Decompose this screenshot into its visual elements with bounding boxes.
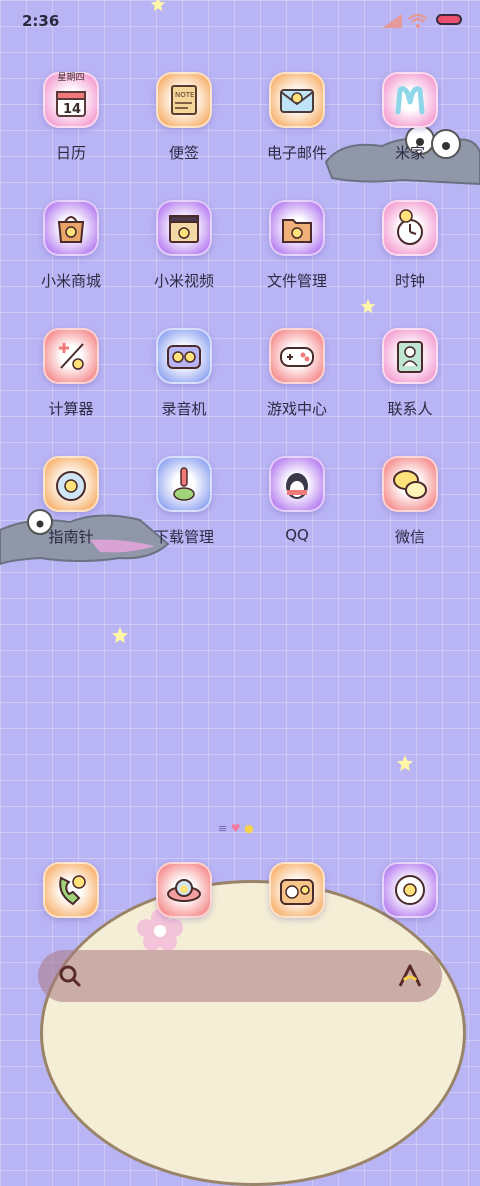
app-label: 下载管理 bbox=[153, 528, 214, 546]
contacts-icon bbox=[382, 328, 438, 384]
calculator-icon bbox=[43, 328, 99, 384]
menu-lines-icon: ≡ bbox=[218, 822, 228, 835]
calendar-icon: 14 星期四 bbox=[43, 72, 99, 128]
app-label: 文件管理 bbox=[266, 272, 327, 290]
status-bar: 2:36 bbox=[0, 0, 480, 42]
notes-icon: NOTE bbox=[156, 72, 212, 128]
app-label: 小米视频 bbox=[153, 272, 214, 290]
app-wechat[interactable]: 微信 bbox=[353, 446, 467, 547]
page-indicator[interactable]: ≡ ♥ ● bbox=[218, 822, 254, 835]
app-label: 联系人 bbox=[387, 400, 433, 418]
app-clock[interactable]: 时钟 bbox=[353, 190, 467, 291]
qq-icon bbox=[269, 456, 325, 512]
calendar-weekday: 星期四 bbox=[57, 73, 85, 83]
app-qq[interactable]: QQ bbox=[240, 446, 354, 544]
download-manager-icon bbox=[156, 456, 212, 512]
app-notes[interactable]: NOTE 便签 bbox=[127, 62, 241, 163]
app-label: QQ bbox=[285, 526, 309, 544]
dock-phone[interactable] bbox=[14, 852, 128, 918]
clock-icon bbox=[382, 200, 438, 256]
app-calendar[interactable]: 14 星期四 日历 bbox=[14, 62, 128, 163]
star-icon bbox=[150, 0, 166, 12]
app-game-center[interactable]: 游戏中心 bbox=[240, 318, 354, 419]
messages-icon bbox=[156, 862, 212, 918]
mijia-icon bbox=[382, 72, 438, 128]
app-label: 小米商城 bbox=[40, 272, 101, 290]
wechat-icon bbox=[382, 456, 438, 512]
battery-icon bbox=[436, 14, 462, 25]
app-label: 微信 bbox=[394, 528, 425, 546]
phone-icon bbox=[43, 862, 99, 918]
app-calculator[interactable]: 计算器 bbox=[14, 318, 128, 419]
app-label: 电子邮件 bbox=[266, 144, 327, 162]
dock-messages[interactable] bbox=[127, 852, 241, 918]
dock-camera[interactable] bbox=[240, 852, 354, 918]
browser-icon bbox=[382, 862, 438, 918]
app-mi-video[interactable]: 小米视频 bbox=[127, 190, 241, 291]
signal-icon bbox=[382, 14, 402, 28]
search-bar[interactable] bbox=[38, 950, 442, 1002]
assistant-icon[interactable] bbox=[396, 962, 424, 990]
app-compass[interactable]: 指南针 bbox=[14, 446, 128, 547]
app-label: 日历 bbox=[55, 144, 86, 162]
mi-video-icon bbox=[156, 200, 212, 256]
chick-illustration bbox=[40, 880, 466, 1186]
star-icon bbox=[360, 298, 376, 314]
app-email[interactable]: 电子邮件 bbox=[240, 62, 354, 163]
app-label: 计算器 bbox=[48, 400, 94, 418]
email-icon bbox=[269, 72, 325, 128]
app-mi-store[interactable]: 小米商城 bbox=[14, 190, 128, 291]
app-label: 游戏中心 bbox=[266, 400, 327, 418]
star-icon bbox=[111, 626, 129, 644]
app-contacts[interactable]: 联系人 bbox=[353, 318, 467, 419]
status-time: 2:36 bbox=[22, 12, 60, 30]
app-label: 时钟 bbox=[394, 272, 425, 290]
calendar-day: 14 bbox=[63, 102, 81, 117]
app-label: 录音机 bbox=[161, 400, 207, 418]
app-label: 指南针 bbox=[48, 528, 94, 546]
app-label: 便签 bbox=[168, 144, 199, 162]
app-label: 米家 bbox=[394, 144, 425, 162]
search-icon[interactable] bbox=[58, 964, 82, 988]
notes-text: NOTE bbox=[175, 91, 194, 99]
heart-icon: ♥ bbox=[230, 822, 241, 835]
recorder-icon bbox=[156, 328, 212, 384]
app-recorder[interactable]: 录音机 bbox=[127, 318, 241, 419]
app-mijia[interactable]: 米家 bbox=[353, 62, 467, 163]
dock-browser[interactable] bbox=[353, 852, 467, 918]
wifi-icon bbox=[408, 13, 428, 29]
app-download-manager[interactable]: 下载管理 bbox=[127, 446, 241, 547]
star-icon bbox=[396, 754, 414, 772]
app-file-manager[interactable]: 文件管理 bbox=[240, 190, 354, 291]
compass-icon bbox=[43, 456, 99, 512]
file-manager-icon bbox=[269, 200, 325, 256]
camera-icon bbox=[269, 862, 325, 918]
game-center-icon bbox=[269, 328, 325, 384]
mi-store-icon bbox=[43, 200, 99, 256]
duck-icon: ● bbox=[244, 822, 254, 835]
